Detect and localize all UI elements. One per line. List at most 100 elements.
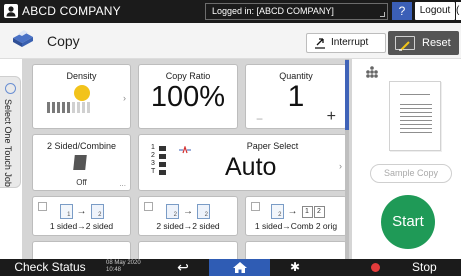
home-button[interactable]: [209, 259, 270, 276]
preset-label: 1 sided→2 sided: [49, 221, 114, 231]
preset-tile-partial[interactable]: [32, 241, 131, 259]
one-touch-job-label: Select One Touch Job: [3, 99, 13, 187]
scrollbar-thumb[interactable]: [345, 60, 349, 130]
company-name: ABCD COMPANY: [22, 4, 121, 18]
stop-button[interactable]: Stop: [412, 259, 437, 276]
preview-panel: Sample Copy Start: [356, 59, 461, 259]
preset-1sided-2sided[interactable]: 1 → 2 1 sided→2 sided: [32, 196, 131, 236]
clipped-button[interactable]: (: [456, 2, 461, 20]
home-icon: [232, 262, 247, 274]
copy-ratio-label: Copy Ratio: [165, 71, 211, 81]
tray-icon: [159, 145, 166, 151]
reset-label: Reset: [422, 37, 451, 49]
reset-icon: [395, 36, 415, 51]
preview-line: [400, 132, 432, 133]
two-sided-page-icon: 2: [166, 204, 179, 219]
preset-label: 2 sided→2 sided: [156, 221, 220, 231]
start-button[interactable]: Start: [381, 195, 435, 249]
back-button[interactable]: ↩: [166, 259, 200, 276]
one-sided-page-icon: 2: [270, 204, 284, 219]
arrow-right-icon: →: [76, 206, 87, 217]
chevron-right-icon: ›: [339, 161, 342, 171]
density-level-bar: [57, 102, 60, 113]
back-arrow-icon: ↩: [177, 259, 189, 275]
tray-selected-icon: [178, 145, 192, 156]
settings-area: Density › Copy Ratio 100% Quantity 1 − +…: [22, 59, 352, 259]
tray-icon: [159, 169, 166, 175]
title-bar: Copy Interrupt Reset: [0, 23, 461, 59]
one-touch-job-tab[interactable]: Select One Touch Job: [0, 76, 21, 188]
paper-select-tile[interactable]: Paper Select 1 2 3 T Auto ›: [138, 134, 347, 191]
quantity-tile[interactable]: Quantity 1 − +: [245, 64, 347, 129]
density-label: Density: [66, 71, 97, 81]
date-time: 08 May 2020 10:48: [106, 260, 141, 274]
time-text: 10:48: [106, 267, 122, 273]
density-level-bar: [77, 102, 80, 113]
preset-illustration: 2 → 1 2: [246, 204, 346, 219]
density-sun-icon: [74, 85, 90, 101]
combined-page-number: 1: [301, 205, 313, 218]
tray-row: T: [151, 168, 166, 176]
preset-tile-partial[interactable]: [245, 241, 347, 259]
resize-corner-icon: [380, 12, 385, 17]
preset-1sided-comb-2orig[interactable]: 2 → 1 2 1 sided→Comb 2 orig: [245, 196, 347, 236]
density-level-bar: [62, 102, 65, 113]
copy-ratio-value: 100%: [150, 81, 226, 113]
tray-icon: [159, 153, 166, 159]
density-level-bar: [87, 102, 90, 113]
increment-button[interactable]: +: [327, 108, 336, 126]
preview-line: [400, 120, 432, 121]
preview-line: [400, 94, 430, 95]
combined-pages-icon: 1 2: [301, 205, 326, 218]
chevron-right-icon: ›: [123, 93, 126, 103]
two-sided-status: Off: [76, 178, 87, 187]
stop-icon: [371, 263, 380, 272]
tray-row: 3: [151, 160, 166, 168]
density-level-bar: [82, 102, 85, 113]
check-status-button[interactable]: Check Status: [0, 259, 100, 276]
preview-line: [400, 112, 432, 113]
tray-icon: [159, 161, 166, 167]
touch-icon: [5, 83, 16, 94]
sample-copy-button[interactable]: Sample Copy: [370, 164, 452, 183]
interrupt-icon: [313, 36, 327, 57]
interrupt-button[interactable]: Interrupt: [306, 33, 386, 53]
help-button[interactable]: ?: [392, 2, 412, 20]
date-text: 08 May 2020: [106, 260, 141, 266]
preset-tile-partial[interactable]: [138, 241, 238, 259]
decrement-button[interactable]: −: [256, 112, 263, 126]
one-sided-page-icon: 1: [59, 204, 73, 219]
preset-2sided-2sided[interactable]: 2 → 2 2 sided→2 sided: [138, 196, 238, 236]
bottom-bar: Check Status 08 May 2020 10:48 ↩ ✱ Stop: [0, 259, 461, 276]
density-level-bar: [67, 102, 70, 113]
preset-label: 1 sided→Comb 2 orig: [254, 221, 338, 231]
interrupt-label: Interrupt: [331, 37, 369, 48]
top-bar: ABCD COMPANY Logged in: [ABCD COMPANY] ?…: [0, 0, 461, 23]
login-status: Logged in: [ABCD COMPANY]: [205, 3, 388, 20]
preview-line: [400, 128, 432, 129]
two-sided-combine-tile[interactable]: 2 Sided/Combine Off ...: [32, 134, 131, 191]
login-status-text: Logged in: [ABCD COMPANY]: [212, 6, 334, 16]
reset-button[interactable]: Reset: [388, 31, 459, 55]
user-icon: [4, 4, 18, 18]
combined-page-number: 2: [313, 205, 325, 218]
density-tile[interactable]: Density ›: [32, 64, 131, 129]
logout-button[interactable]: Logout: [415, 2, 455, 20]
paper-select-value: Auto: [225, 153, 277, 181]
two-sided-page-icon: 2: [197, 204, 210, 219]
arrow-right-icon: →: [287, 206, 298, 217]
preview-line: [400, 108, 432, 109]
apps-icon[interactable]: [365, 65, 379, 83]
copy-ratio-tile[interactable]: Copy Ratio 100%: [138, 64, 238, 129]
tray-list: 1 2 3 T: [151, 144, 166, 176]
settings-button[interactable]: ✱: [283, 259, 307, 276]
density-level-bar: [52, 102, 55, 113]
two-sided-label: 2 Sided/Combine: [46, 141, 117, 151]
tray-number: 3: [151, 160, 155, 167]
two-sided-page-icon: 2: [90, 204, 104, 219]
page-title: Copy: [47, 33, 80, 49]
more-options-icon: ...: [119, 179, 126, 188]
density-scale: [47, 102, 92, 113]
copy-app-icon: [10, 28, 36, 57]
arrow-right-icon: →: [183, 206, 193, 217]
